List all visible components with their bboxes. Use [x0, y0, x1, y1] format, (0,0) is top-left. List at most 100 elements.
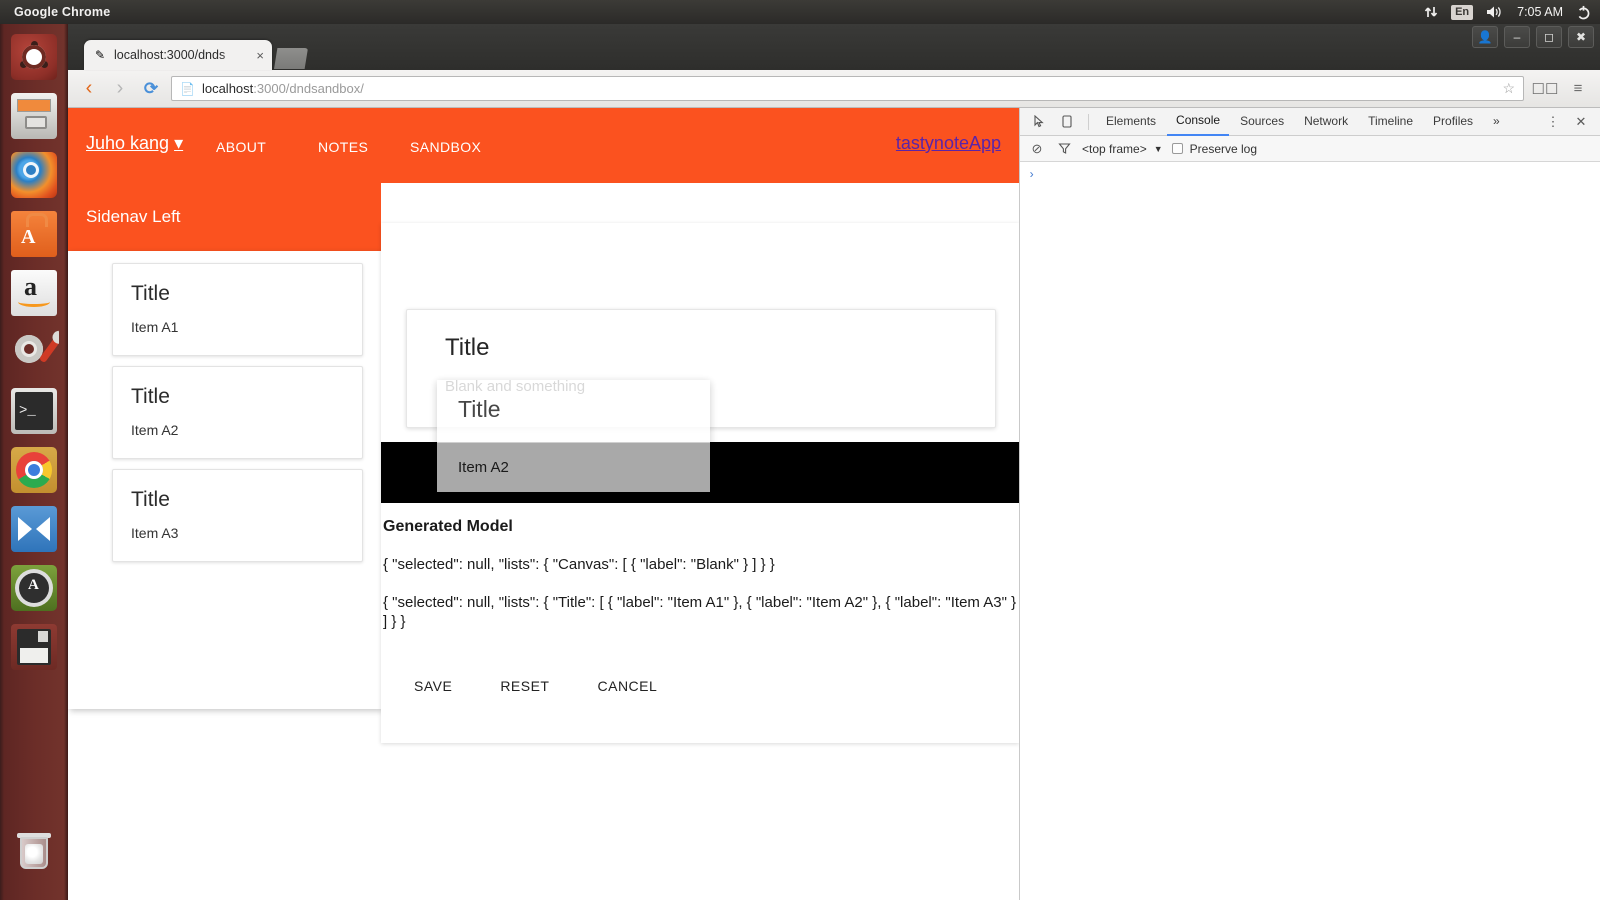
list-item[interactable]: Title Item A1 [112, 263, 363, 356]
launcher-item-trash[interactable] [9, 829, 59, 879]
launcher-item-files[interactable] [9, 91, 59, 141]
forward-button[interactable]: › [109, 77, 131, 100]
cancel-button[interactable]: CANCEL [598, 678, 658, 694]
minimize-button[interactable]: – [1504, 26, 1530, 48]
execution-context-selector[interactable]: <top frame> ▼ [1082, 142, 1163, 156]
vscode-icon [11, 506, 57, 552]
nav-link-sandbox[interactable]: SANDBOX [410, 139, 481, 155]
system-tray: En 7:05 AM [1424, 0, 1600, 24]
tab-console[interactable]: Console [1167, 107, 1230, 136]
console-input-prompt[interactable]: › [1020, 162, 1600, 188]
launcher-item-firefox[interactable] [9, 150, 59, 200]
ubuntu-logo-icon [11, 34, 57, 80]
card-title: Title [131, 488, 170, 511]
chrome-titlebar: ✎ localhost:3000/dnds × 👤 – ◻ ✖ [68, 24, 1600, 70]
launcher-item-amazon[interactable]: a [9, 268, 59, 318]
focused-app-title: Google Chrome [14, 5, 111, 19]
maximize-button[interactable]: ◻ [1536, 26, 1562, 48]
clear-console-icon[interactable]: ⊘ [1028, 140, 1046, 158]
devtools-tabbar-right: ⋮ ✕ [1540, 109, 1594, 135]
launcher-item-save-disk[interactable] [9, 622, 59, 672]
page-edit-icon: ✎ [94, 48, 106, 62]
tab-network[interactable]: Network [1295, 108, 1357, 135]
generated-model-heading: Generated Model [383, 518, 513, 535]
devtools-panel: Elements Console Sources Network Timelin… [1019, 108, 1600, 900]
tab-title: localhost:3000/dnds [114, 48, 226, 62]
device-toolbar-icon[interactable] [1054, 109, 1080, 135]
back-button[interactable]: ‹ [78, 77, 100, 100]
volume-icon[interactable] [1486, 0, 1504, 24]
clock[interactable]: 7:05 AM [1517, 0, 1563, 24]
drag-preview-card[interactable]: Title Item A2 [437, 380, 710, 492]
unity-launcher: A a >_ [0, 24, 68, 900]
drag-preview-title: Title [458, 396, 501, 422]
bookmark-star-icon[interactable]: ☆ [1502, 80, 1515, 97]
close-button[interactable]: ✖ [1568, 26, 1594, 48]
brand-menu[interactable]: Juho kang ▾ [86, 133, 183, 154]
launcher-item-system-settings[interactable] [9, 327, 59, 377]
devtools-more-menu-icon[interactable]: ⋮ [1540, 109, 1566, 135]
tab-elements[interactable]: Elements [1097, 108, 1165, 135]
chevron-down-icon: ▼ [1153, 143, 1163, 154]
browser-viewport: Juho kang ▾ ABOUT NOTES SANDBOX tastynot… [68, 108, 1600, 900]
tab-timeline[interactable]: Timeline [1359, 108, 1422, 135]
launcher-item-terminal[interactable]: >_ [9, 386, 59, 436]
chrome-menu-icon[interactable]: ≡ [1566, 77, 1590, 101]
page-info-icon: 📄 [180, 81, 195, 96]
network-icon[interactable] [1424, 0, 1438, 24]
keyboard-layout-indicator[interactable]: En [1451, 0, 1474, 24]
list-item[interactable]: Title Item A2 [112, 366, 363, 459]
profile-button[interactable]: 👤 [1472, 26, 1498, 48]
app-top-navbar: Juho kang ▾ ABOUT NOTES SANDBOX tastynot… [68, 108, 1019, 183]
launcher-item-ubuntu-software[interactable]: A [9, 209, 59, 259]
divider [1088, 113, 1089, 130]
firefox-icon [11, 152, 57, 198]
nav-link-about[interactable]: ABOUT [216, 139, 266, 155]
model-line: { "selected": null, "lists": { "Title": … [383, 594, 1017, 630]
browser-tab[interactable]: ✎ localhost:3000/dnds × [84, 40, 272, 70]
extensions-icon[interactable]: ☐☐ [1532, 77, 1559, 101]
preserve-log-checkbox[interactable] [1171, 143, 1183, 154]
floppy-disk-icon [11, 624, 57, 670]
list-item[interactable]: Title Item A3 [112, 469, 363, 562]
unity-top-panel: Google Chrome En 7:05 AM [0, 0, 1600, 24]
address-bar[interactable]: 📄 localhost:3000/dndsandbox/ ☆ [171, 76, 1524, 101]
card-title: Title [131, 385, 170, 408]
launcher-item-google-chrome[interactable] [9, 445, 59, 495]
chrome-toolbar: ‹ › ⟳ 📄 localhost:3000/dndsandbox/ ☆ ☐☐ … [68, 70, 1600, 108]
chrome-icon [11, 447, 57, 493]
canvas-card-title: Title [445, 334, 490, 361]
terminal-icon: >_ [11, 388, 57, 434]
inspect-element-icon[interactable] [1026, 109, 1052, 135]
launcher-item-software-updater[interactable] [9, 563, 59, 613]
action-button-row: SAVE RESET CANCEL [381, 678, 657, 694]
save-button[interactable]: SAVE [414, 678, 452, 694]
tab-close-icon[interactable]: × [256, 48, 264, 63]
url-host: localhost [201, 81, 254, 96]
launcher-item-visual-studio-code[interactable] [9, 504, 59, 554]
sidenav-heading: Sidenav Left [68, 183, 381, 251]
amazon-icon: a [11, 270, 57, 316]
nav-link-notes[interactable]: NOTES [318, 139, 368, 155]
tab-strip: ✎ localhost:3000/dnds × [84, 40, 308, 70]
tab-profiles[interactable]: Profiles [1424, 108, 1482, 135]
app-name-link[interactable]: tastynoteApp [896, 133, 1001, 154]
new-tab-button[interactable] [274, 48, 308, 69]
card-body: Item A2 [131, 422, 179, 438]
devtools-tabbar: Elements Console Sources Network Timelin… [1020, 108, 1600, 136]
tab-sources[interactable]: Sources [1231, 108, 1293, 135]
devtools-close-icon[interactable]: ✕ [1568, 109, 1594, 135]
sidenav-panel: Title Item A1 Title Item A2 Title Item A… [68, 251, 381, 709]
card-body: Item A1 [131, 319, 179, 335]
preserve-log-toggle[interactable]: Preserve log [1171, 142, 1257, 156]
launcher-item-ubuntu-dash[interactable] [9, 32, 59, 82]
software-updater-icon [11, 565, 57, 611]
filter-funnel-icon[interactable] [1055, 140, 1073, 158]
reload-button[interactable]: ⟳ [140, 78, 162, 100]
session-gear-icon[interactable] [1576, 0, 1591, 24]
tabs-overflow-icon[interactable]: » [1484, 108, 1509, 135]
reset-button[interactable]: RESET [500, 678, 549, 694]
chevron-down-icon: ▾ [174, 133, 184, 153]
trash-icon [11, 831, 57, 877]
web-page: Juho kang ▾ ABOUT NOTES SANDBOX tastynot… [68, 108, 1019, 900]
